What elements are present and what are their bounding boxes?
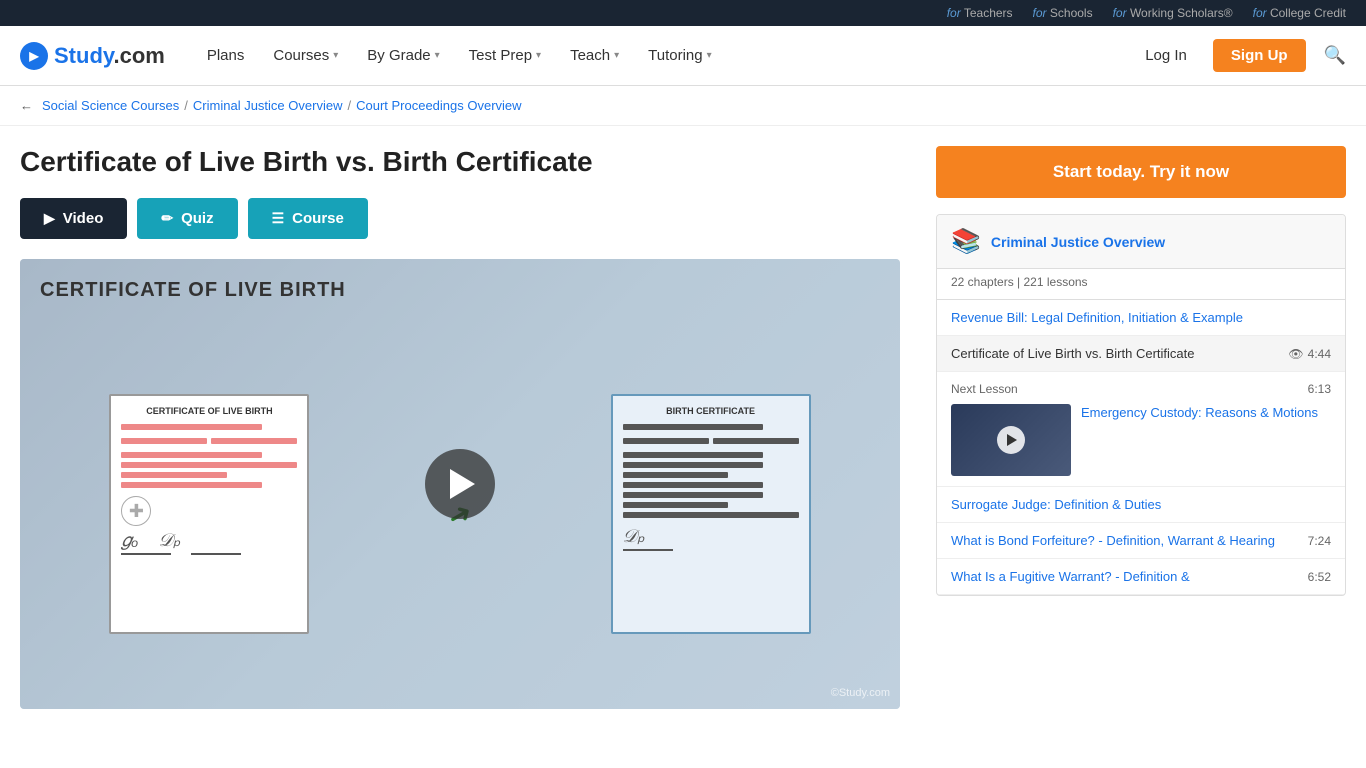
other-lesson-fugitive: What Is a Fugitive Warrant? - Definition…	[937, 559, 1345, 595]
sidebar: Start today. Try it now 📚 Criminal Justi…	[936, 146, 1346, 709]
active-lesson-name: Certificate of Live Birth vs. Birth Cert…	[951, 346, 1194, 361]
login-button[interactable]: Log In	[1129, 39, 1203, 72]
breadcrumb-court-proceedings[interactable]: Court Proceedings Overview	[356, 98, 521, 113]
video-icon: ▶	[44, 210, 55, 227]
bond-duration: 7:24	[1308, 534, 1331, 548]
tab-video-label: Video	[63, 210, 104, 227]
search-icon[interactable]: 🔍	[1324, 45, 1346, 66]
nav-test-prep[interactable]: Test Prep ▾	[457, 39, 553, 72]
other-lesson-bond: What is Bond Forfeiture? - Definition, W…	[937, 523, 1345, 559]
signup-button[interactable]: Sign Up	[1213, 39, 1306, 72]
tab-course[interactable]: ☰ Course	[248, 198, 368, 239]
top-bar-schools[interactable]: for Schools	[1033, 6, 1093, 20]
main-area: Certificate of Live Birth vs. Birth Cert…	[20, 146, 916, 709]
other-lesson-link-surrogate[interactable]: Surrogate Judge: Definition & Duties	[951, 497, 1161, 512]
eye-icon: 👁	[1288, 347, 1303, 361]
lesson-duration: 👁 4:44	[1288, 347, 1331, 361]
nav-actions: Log In Sign Up 🔍	[1129, 39, 1346, 72]
lesson-item-active: Certificate of Live Birth vs. Birth Cert…	[937, 336, 1345, 372]
page-title: Certificate of Live Birth vs. Birth Cert…	[20, 146, 916, 178]
tab-quiz-label: Quiz	[181, 210, 214, 227]
other-lesson-link-bond[interactable]: What is Bond Forfeiture? - Definition, W…	[951, 533, 1275, 548]
other-lesson-surrogate: Surrogate Judge: Definition & Duties	[937, 487, 1345, 523]
tab-course-label: Course	[292, 210, 344, 227]
video-title-overlay: CERTIFICATE OF LIVE BIRTH	[40, 279, 346, 302]
next-lesson-section: Next Lesson 6:13 Emergency Custody: Reas…	[937, 372, 1345, 487]
course-book-icon: 📚	[951, 227, 981, 256]
nav-tutoring[interactable]: Tutoring ▾	[636, 39, 724, 72]
cta-button[interactable]: Start today. Try it now	[936, 146, 1346, 198]
next-lesson-title[interactable]: Emergency Custody: Reasons & Motions	[1081, 404, 1318, 422]
tab-buttons: ▶ Video ✏ Quiz ☰ Course	[20, 198, 916, 239]
back-arrow: ←	[20, 98, 33, 113]
cert-doc-2: BIRTH CERTIFICATE 𝒟ₚ	[611, 394, 811, 634]
logo-icon: ▶	[20, 42, 48, 70]
logo-text: Study.com	[54, 43, 165, 69]
nav-teach[interactable]: Teach ▾	[558, 39, 631, 72]
nav-links: Plans Courses ▾ By Grade ▾ Test Prep ▾ T…	[195, 39, 1129, 72]
logo[interactable]: ▶ Study.com	[20, 42, 165, 70]
course-icon-tab: ☰	[272, 210, 285, 227]
top-bar-working-scholars[interactable]: for Working Scholars®	[1113, 6, 1233, 20]
next-lesson-label: Next Lesson 6:13	[951, 382, 1331, 396]
top-bar-teachers[interactable]: for Teachers	[947, 6, 1013, 20]
video-player[interactable]: CERTIFICATE OF LIVE BIRTH CERTIFICATE OF…	[20, 259, 900, 709]
course-card: 📚 Criminal Justice Overview 22 chapters …	[936, 214, 1346, 596]
next-lesson-thumbnail[interactable]	[951, 404, 1071, 476]
nav-by-grade[interactable]: By Grade ▾	[355, 39, 451, 72]
other-lesson-link-fugitive[interactable]: What Is a Fugitive Warrant? - Definition…	[951, 569, 1190, 584]
cert-doc1-title: CERTIFICATE OF LIVE BIRTH	[121, 406, 297, 416]
fugitive-duration: 6:52	[1308, 570, 1331, 584]
next-lesson-thumb: Emergency Custody: Reasons & Motions	[951, 404, 1331, 476]
tab-video[interactable]: ▶ Video	[20, 198, 127, 239]
cert-doc-1: CERTIFICATE OF LIVE BIRTH ✚ 𝑔ₒ	[109, 394, 309, 634]
duration-value: 4:44	[1308, 347, 1331, 361]
breadcrumb-criminal-justice[interactable]: Criminal Justice Overview	[193, 98, 343, 113]
course-meta: 22 chapters | 221 lessons	[937, 269, 1345, 300]
watermark: ©Study.com	[831, 687, 890, 699]
course-header: 📚 Criminal Justice Overview	[937, 215, 1345, 269]
lesson-link-revenue[interactable]: Revenue Bill: Legal Definition, Initiati…	[951, 310, 1243, 325]
play-button[interactable]	[425, 449, 495, 519]
lesson-item-revenue: Revenue Bill: Legal Definition, Initiati…	[937, 300, 1345, 336]
nav-plans[interactable]: Plans	[195, 39, 257, 72]
top-bar-college-credit[interactable]: for College Credit	[1253, 6, 1346, 20]
main-nav: ▶ Study.com Plans Courses ▾ By Grade ▾ T…	[0, 26, 1366, 86]
tab-quiz[interactable]: ✏ Quiz	[137, 198, 237, 239]
cert-doc2-title: BIRTH CERTIFICATE	[623, 406, 799, 416]
breadcrumb: ← Social Science Courses / Criminal Just…	[0, 86, 1366, 126]
breadcrumb-social-science[interactable]: Social Science Courses	[42, 98, 179, 113]
thumb-play-button[interactable]	[997, 426, 1025, 454]
course-title-link[interactable]: Criminal Justice Overview	[991, 234, 1165, 250]
quiz-icon: ✏	[161, 210, 173, 227]
page-content: Certificate of Live Birth vs. Birth Cert…	[0, 126, 1366, 729]
top-bar: for Teachers for Schools for Working Sch…	[0, 0, 1366, 26]
nav-courses[interactable]: Courses ▾	[261, 39, 350, 72]
